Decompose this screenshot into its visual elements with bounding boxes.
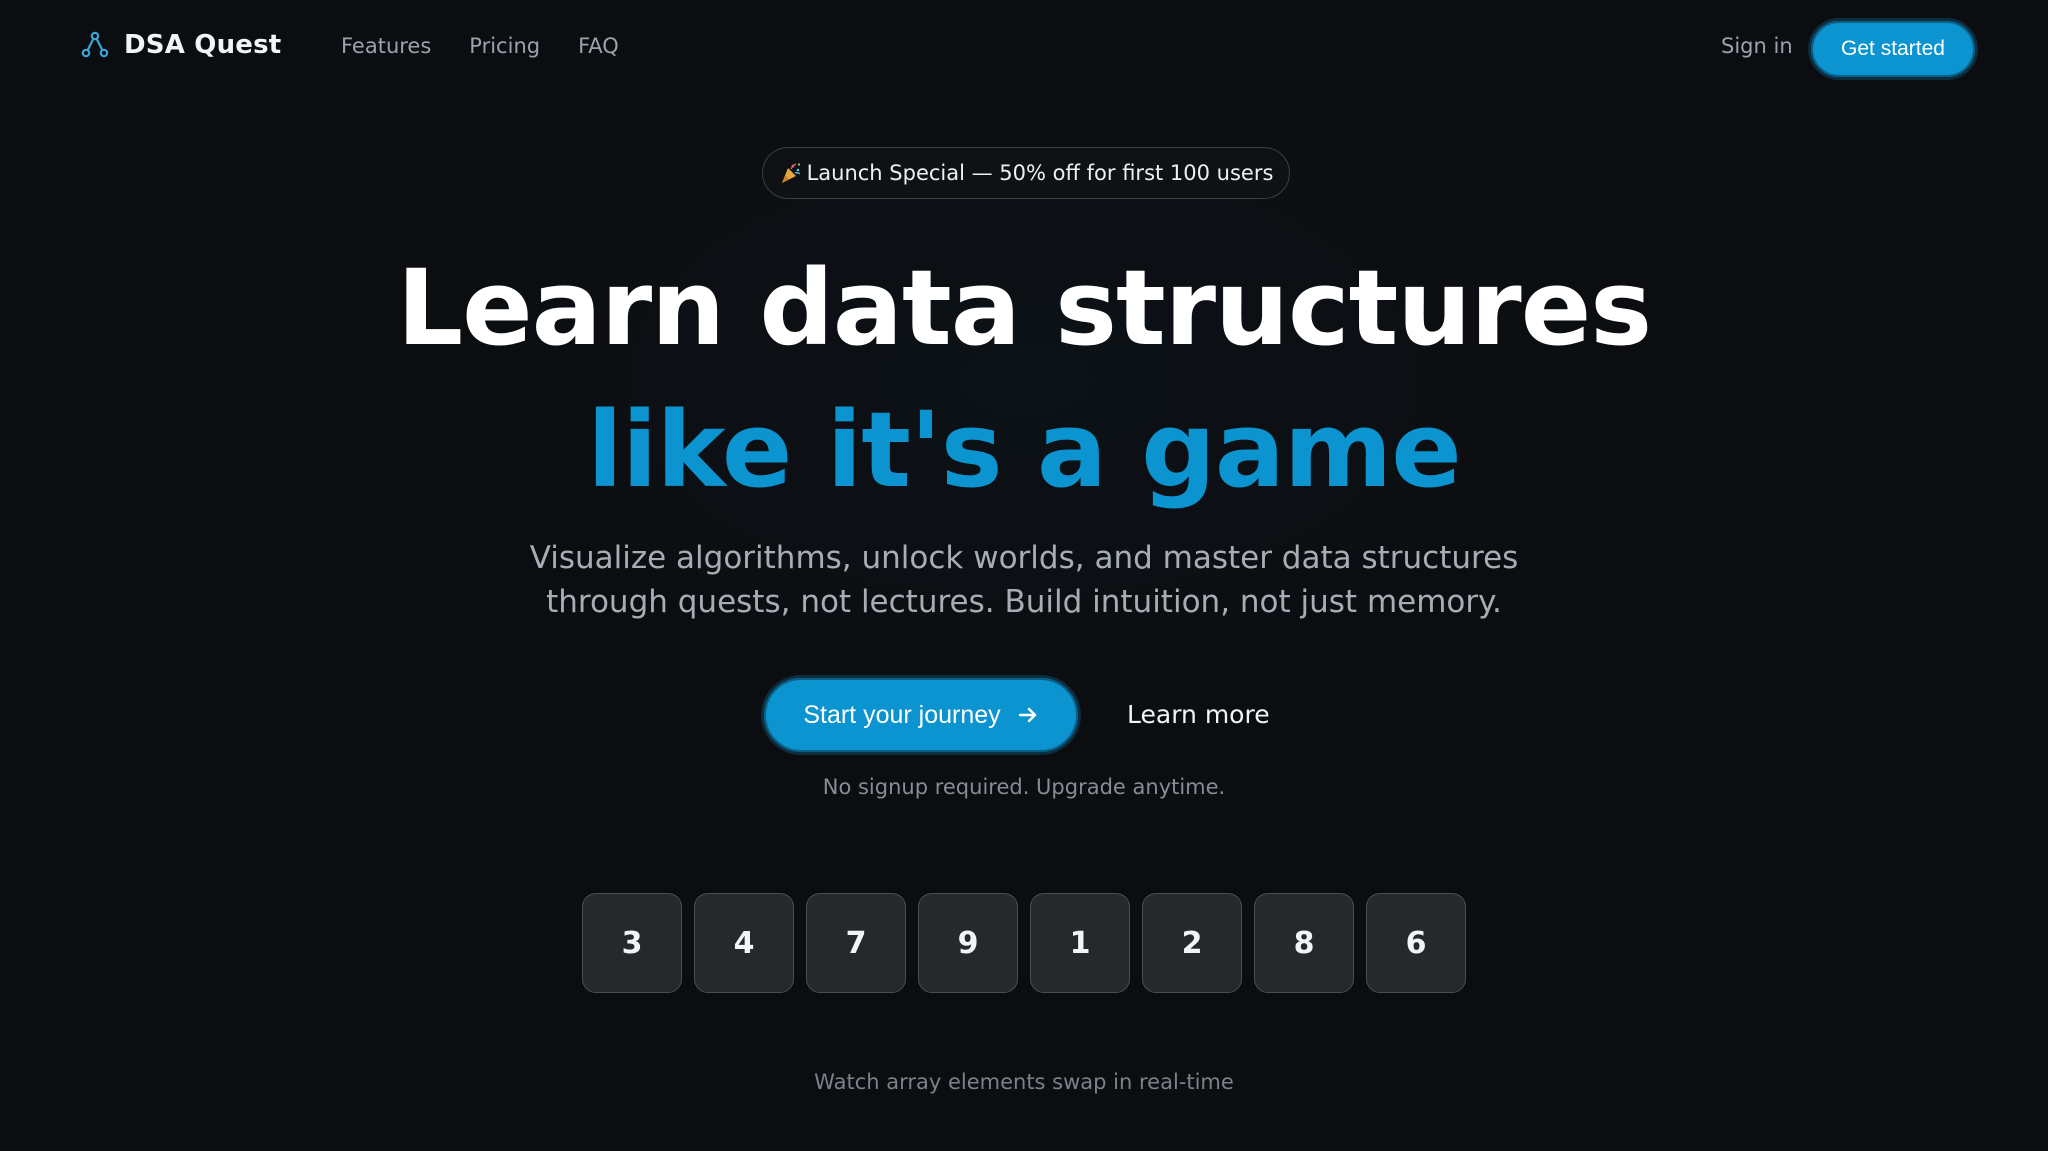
array-visualizer: 3 4 7 9 1 2 8 6 [582,893,1466,993]
array-cell: 2 [1142,893,1242,993]
array-caption: Watch array elements swap in real-time [814,1070,1234,1094]
launch-special-badge: Launch Special — 50% off for first 100 u… [762,147,1290,199]
start-journey-button[interactable]: Start your journey [761,675,1081,755]
nav-link-features[interactable]: Features [341,34,431,58]
get-started-button[interactable]: Get started [1808,18,1978,80]
nav-links: Features Pricing FAQ [341,34,619,58]
nav-link-faq[interactable]: FAQ [578,34,619,58]
array-cell: 8 [1254,893,1354,993]
sign-in-link[interactable]: Sign in [1721,34,1793,58]
hero-subtitle-line-1: Visualize algorithms, unlock worlds, and… [529,540,1519,576]
signup-note: No signup required. Upgrade anytime. [822,775,1226,799]
array-cell: 9 [918,893,1018,993]
arrow-right-icon [1018,707,1036,723]
hero-subtitle-line-2: through quests, not lectures. Build intu… [546,584,1502,620]
array-cell: 1 [1030,893,1130,993]
party-popper-icon [781,163,801,183]
start-journey-label: Start your journey [803,700,1001,729]
nav-link-pricing[interactable]: Pricing [469,34,540,58]
badge-text: Launch Special — 50% off for first 100 u… [806,161,1274,185]
array-cell: 6 [1366,893,1466,993]
brand-logo[interactable]: DSA Quest [80,30,281,60]
landing-page: DSA Quest Features Pricing FAQ Sign in G… [0,0,2048,1151]
hero-headline-line-2: like it's a game [587,389,1462,511]
array-cell: 4 [694,893,794,993]
hero-headline-line-1: Learn data structures [396,247,1652,369]
array-cell: 7 [806,893,906,993]
top-nav: DSA Quest Features Pricing FAQ Sign in G… [0,0,2048,100]
tree-nodes-icon [81,31,109,58]
array-cell: 3 [582,893,682,993]
brand-name: DSA Quest [124,30,282,60]
learn-more-link[interactable]: Learn more [1127,700,1270,729]
hero-subtitle: Visualize algorithms, unlock worlds, and… [0,536,2048,624]
